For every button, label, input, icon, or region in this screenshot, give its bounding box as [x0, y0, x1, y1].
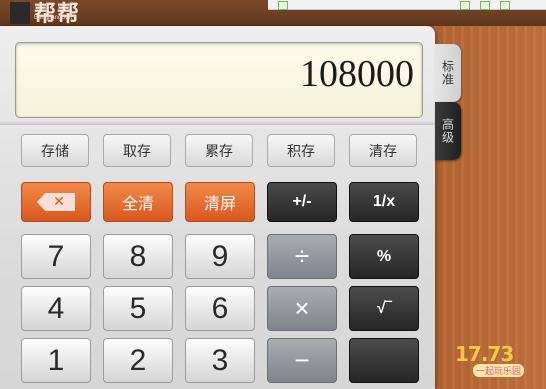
display-value: 108000 [300, 53, 414, 95]
digit-2-button[interactable]: 2 [103, 338, 173, 383]
window-icon [500, 1, 510, 10]
backspace-button[interactable]: ✕ [21, 182, 91, 222]
percent-button[interactable]: % [349, 234, 419, 279]
digit-4-button[interactable]: 4 [21, 286, 91, 331]
tab-standard[interactable]: 标准 [435, 44, 461, 102]
watermark-main: 17.73 [455, 342, 514, 366]
app-logo-icon [10, 2, 30, 24]
divider [0, 121, 435, 125]
watermark-sub: 一起玩乐园 [473, 364, 525, 377]
multiply-button[interactable]: × [267, 286, 337, 331]
memory-clear-button[interactable]: 清存 [349, 134, 417, 167]
memory-store-button[interactable]: 存储 [21, 134, 89, 167]
display: 108000 [15, 42, 423, 118]
digit-7-button[interactable]: 7 [21, 234, 91, 279]
app-logo-text: 帮帮 [34, 2, 81, 27]
square-root-button[interactable]: √‾ [349, 286, 419, 331]
divide-button[interactable]: ÷ [267, 234, 337, 279]
all-clear-button[interactable]: 全清 [103, 182, 173, 222]
window-icon [278, 1, 288, 10]
memory-add-button[interactable]: 累存 [185, 134, 253, 167]
digit-8-button[interactable]: 8 [103, 234, 173, 279]
equals-button[interactable] [349, 338, 419, 383]
digit-5-button[interactable]: 5 [103, 286, 173, 331]
memory-multiply-button[interactable]: 积存 [267, 134, 335, 167]
background-window-strip [268, 0, 546, 10]
backspace-icon: ✕ [37, 193, 75, 211]
digit-3-button[interactable]: 3 [185, 338, 255, 383]
window-icon [460, 1, 470, 10]
subtract-button[interactable]: − [267, 338, 337, 383]
digit-6-button[interactable]: 6 [185, 286, 255, 331]
memory-recall-button[interactable]: 取存 [103, 134, 171, 167]
clear-screen-button[interactable]: 清屏 [185, 182, 255, 222]
app-logo-subtitle: BangbangSoft [34, 15, 73, 21]
window-icon [480, 1, 490, 10]
digit-1-button[interactable]: 1 [21, 338, 91, 383]
negate-button[interactable]: +/- [267, 182, 337, 222]
watermark-logo: 17.73 一起玩乐园 [455, 342, 543, 382]
reciprocal-button[interactable]: 1/x [349, 182, 419, 222]
digit-9-button[interactable]: 9 [185, 234, 255, 279]
tab-advanced[interactable]: 高级 [435, 102, 461, 160]
